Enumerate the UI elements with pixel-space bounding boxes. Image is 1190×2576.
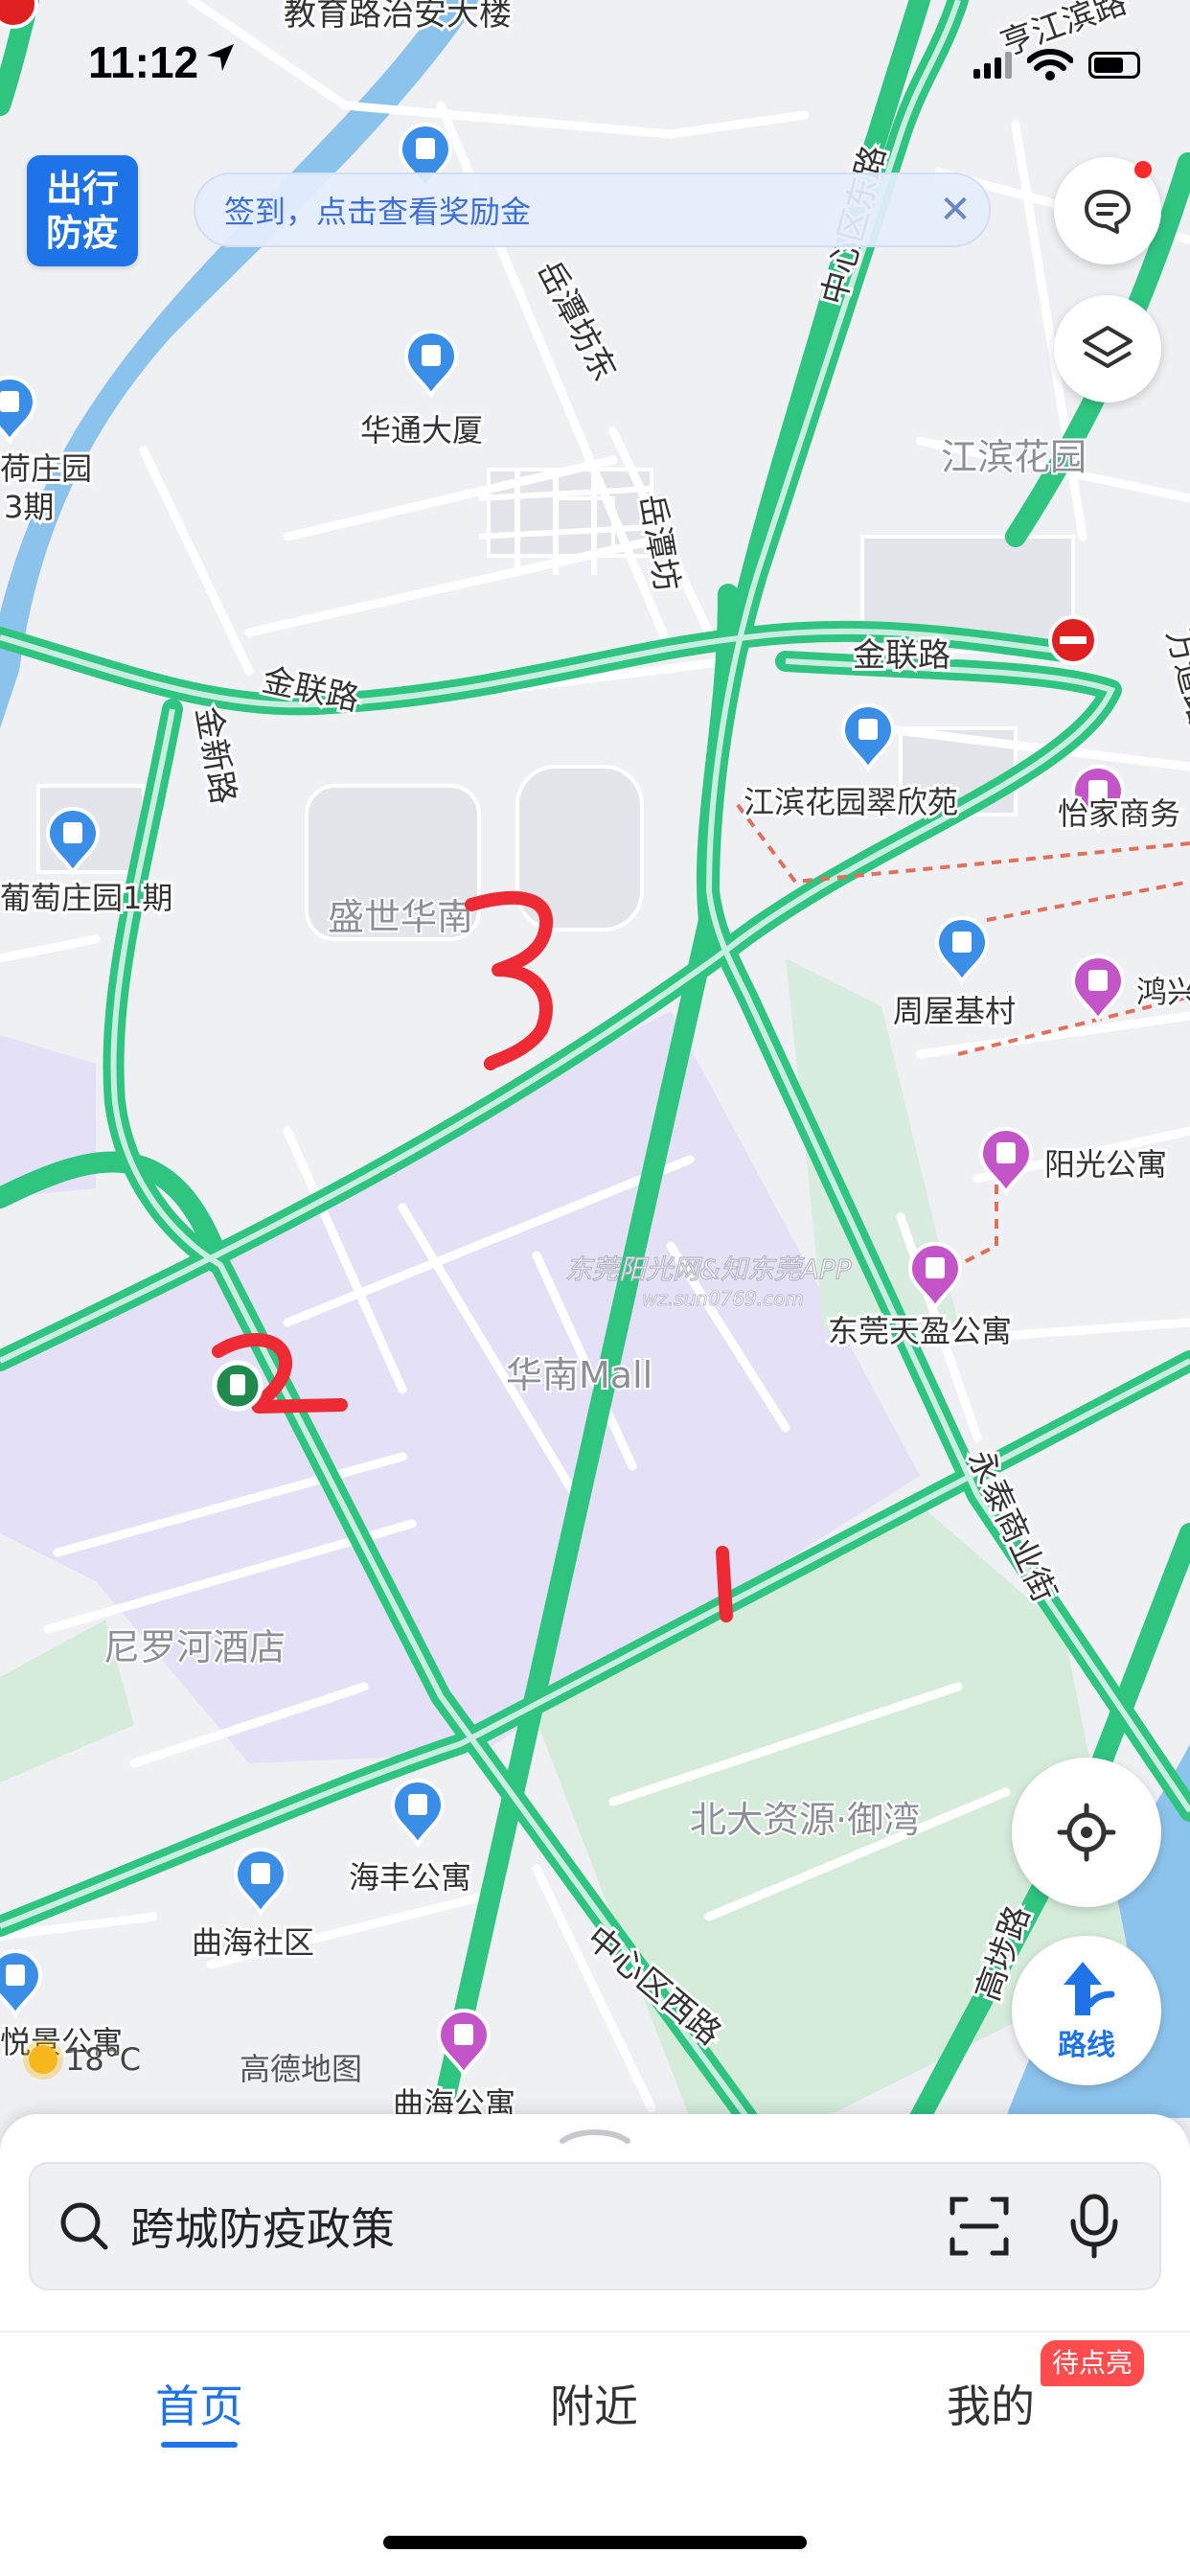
area-label: 北大资源·御湾 bbox=[690, 1799, 920, 1841]
crosshair-icon bbox=[1057, 1803, 1116, 1862]
signin-banner-text[interactable]: 签到，点击查看奖励金 bbox=[224, 188, 922, 232]
weather-widget[interactable]: 18°C bbox=[29, 2041, 141, 2078]
map-view[interactable]: 教育路治安大楼 亨江滨路 岳潭坊东 中心区东路 岳潭坊 金联路 金联路 金新路 … bbox=[0, 0, 1190, 2118]
poi-label: 荷庄园 bbox=[0, 450, 92, 487]
tab-home[interactable]: 首页 bbox=[84, 2372, 314, 2435]
route-label: 路线 bbox=[1058, 2029, 1115, 2062]
wifi-icon bbox=[1027, 49, 1073, 80]
sheet-handle-icon[interactable] bbox=[557, 2126, 633, 2145]
tab-nearby[interactable]: 附近 bbox=[479, 2372, 709, 2435]
search-bar[interactable]: 跨城防疫政策 bbox=[29, 2162, 1161, 2290]
poi-label: 曲海社区 bbox=[192, 1924, 314, 1961]
watermark: 东莞阳光网&知东莞APP bbox=[565, 1254, 852, 1285]
covid-badge-line2: 防疫 bbox=[45, 212, 119, 254]
area-label: 江滨花园 bbox=[941, 436, 1087, 478]
covid-badge-line1: 出行 bbox=[45, 168, 119, 210]
area-label: 尼罗河酒店 bbox=[103, 1626, 286, 1668]
road-label: 教育路治安大楼 bbox=[284, 0, 512, 34]
notification-dot bbox=[1134, 161, 1152, 178]
scan-icon[interactable] bbox=[949, 2196, 1010, 2257]
close-icon[interactable]: ✕ bbox=[922, 188, 989, 232]
signin-banner[interactable]: 签到，点击查看奖励金 ✕ bbox=[194, 172, 991, 247]
search-icon bbox=[60, 2202, 108, 2250]
tab-active-indicator bbox=[161, 2442, 238, 2448]
cellular-signal-icon bbox=[973, 52, 1012, 79]
area-label: 华南Mall bbox=[506, 1354, 652, 1396]
message-button[interactable] bbox=[1054, 157, 1161, 264]
travel-covid-button[interactable]: 出行 防疫 bbox=[27, 155, 138, 266]
no-entry-icon bbox=[1048, 615, 1098, 665]
watermark-sub: wz.sun0769.com bbox=[642, 1287, 804, 1310]
status-icons bbox=[973, 46, 1140, 84]
poi-label: 葡萄庄园1期 bbox=[0, 880, 172, 916]
route-button[interactable]: 路线 bbox=[1012, 1936, 1161, 2085]
microphone-icon[interactable] bbox=[1067, 2193, 1121, 2260]
tab-divider bbox=[0, 2331, 1190, 2333]
poi-label: 东莞天盈公寓 bbox=[828, 1313, 1012, 1349]
poi-label: 华通大厦 bbox=[360, 412, 483, 448]
map-logo: 高德地图 bbox=[240, 2051, 363, 2087]
search-input[interactable]: 跨城防疫政策 bbox=[130, 2195, 949, 2258]
area-label: 盛世华南 bbox=[328, 896, 473, 938]
poi-label: 3期 bbox=[4, 489, 54, 525]
poi-label: 阳光公寓 bbox=[1044, 1146, 1167, 1183]
home-indicator bbox=[383, 2536, 807, 2549]
message-icon bbox=[1085, 190, 1131, 234]
location-arrow-icon bbox=[203, 40, 238, 79]
poi-label: 怡家商务 bbox=[1058, 795, 1180, 832]
battery-icon bbox=[1088, 52, 1140, 79]
layers-button[interactable] bbox=[1054, 295, 1161, 402]
road-label: 金联路 bbox=[853, 636, 950, 675]
poi-label: 曲海公寓 bbox=[393, 2085, 515, 2118]
poi-label: 江滨花园翠欣苑 bbox=[744, 784, 958, 820]
ev-charging-icon[interactable] bbox=[212, 1360, 263, 1412]
poi-label: 海丰公寓 bbox=[349, 1859, 471, 1896]
temperature: 18°C bbox=[65, 2041, 142, 2078]
layers-icon bbox=[1083, 326, 1133, 368]
status-time: 11:12 bbox=[88, 37, 199, 87]
poi-label: 鸿兴 bbox=[1136, 974, 1190, 1010]
pending-badge: 待点亮 bbox=[1041, 2340, 1145, 2386]
route-arrow-icon bbox=[1064, 1962, 1115, 2015]
sun-icon bbox=[29, 2045, 57, 2074]
poi-label: 周屋基村 bbox=[893, 993, 1016, 1029]
locate-me-button[interactable] bbox=[1012, 1758, 1161, 1907]
annotation-1-stroke bbox=[716, 1546, 733, 1622]
